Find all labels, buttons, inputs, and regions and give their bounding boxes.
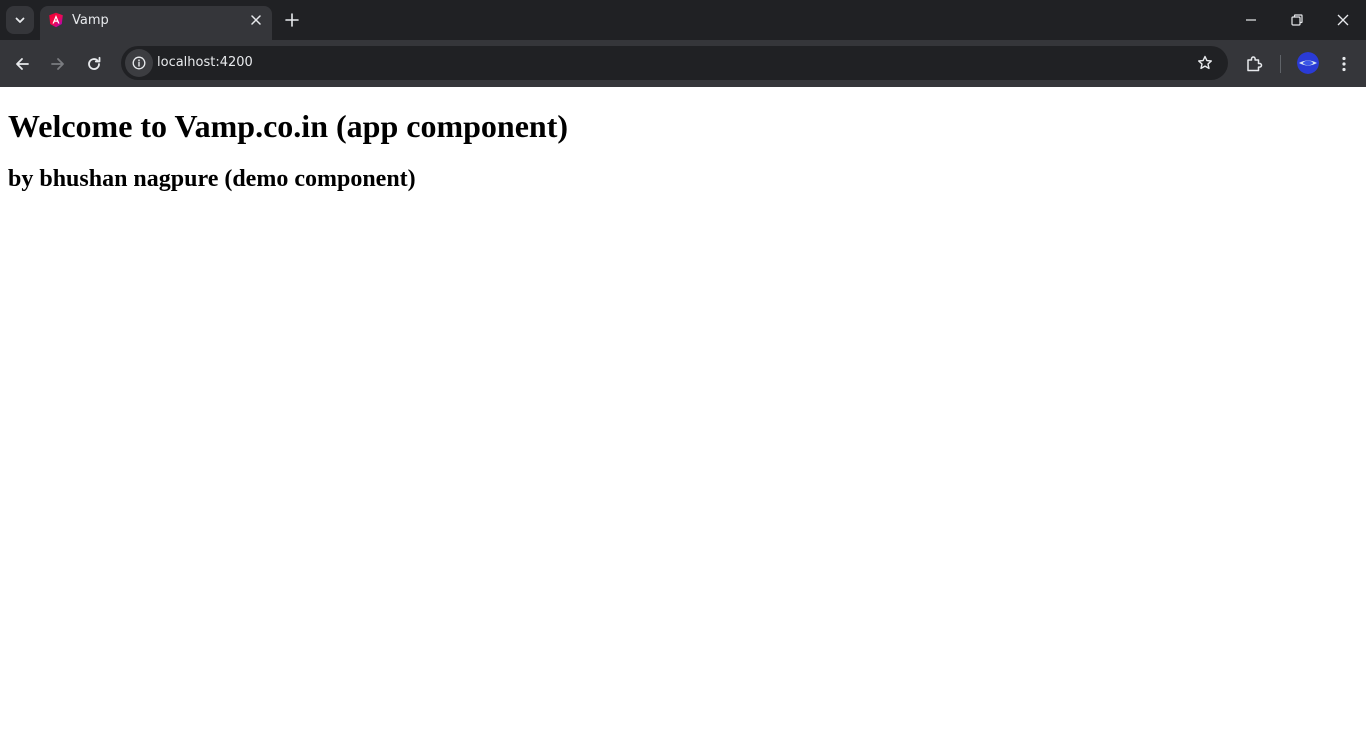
browser-menu-button[interactable]: [1332, 52, 1356, 76]
kebab-menu-icon: [1342, 56, 1346, 72]
star-icon: [1198, 55, 1212, 70]
close-window-button[interactable]: [1320, 0, 1366, 40]
address-bar-url[interactable]: localhost:4200: [157, 55, 253, 70]
tab-search-button[interactable]: [6, 6, 34, 34]
info-icon: [132, 56, 146, 70]
chevron-down-icon: [15, 17, 25, 23]
angular-icon: [49, 12, 63, 28]
plus-icon: [285, 13, 299, 27]
toolbar-divider: [1280, 55, 1281, 73]
page-title: Welcome to Vamp.co.in (app component): [8, 108, 568, 144]
browser-titlebar: Vamp: [0, 0, 1366, 40]
back-button[interactable]: [8, 50, 36, 78]
minimize-icon: [1246, 19, 1256, 21]
profile-avatar-icon: [1297, 52, 1319, 74]
forward-button[interactable]: [44, 50, 72, 78]
arrow-left-icon: [16, 58, 29, 70]
tab-title: Vamp: [72, 13, 109, 28]
address-bar[interactable]: localhost:4200: [121, 46, 1228, 80]
page-subtitle: by bhushan nagpure (demo component): [8, 166, 416, 192]
close-icon: [251, 15, 261, 25]
tab-close-button[interactable]: [248, 12, 264, 28]
arrow-right-icon: [51, 58, 64, 70]
restore-icon: [1291, 14, 1303, 26]
reload-button[interactable]: [80, 50, 108, 78]
restore-button[interactable]: [1274, 0, 1320, 40]
new-tab-button[interactable]: [280, 8, 304, 32]
reload-icon: [88, 56, 101, 70]
avatar[interactable]: [1297, 52, 1319, 74]
minimize-button[interactable]: [1228, 0, 1274, 40]
site-info-button[interactable]: [125, 49, 153, 77]
browser-toolbar: localhost:4200: [0, 40, 1366, 87]
bookmark-button[interactable]: [1194, 52, 1216, 74]
browser-tab-active[interactable]: Vamp: [40, 6, 272, 40]
page-viewport: Welcome to Vamp.co.in (app component) by…: [0, 87, 1366, 738]
close-icon: [1337, 14, 1349, 26]
puzzle-icon: [1247, 56, 1263, 72]
extensions-button[interactable]: [1242, 52, 1266, 76]
